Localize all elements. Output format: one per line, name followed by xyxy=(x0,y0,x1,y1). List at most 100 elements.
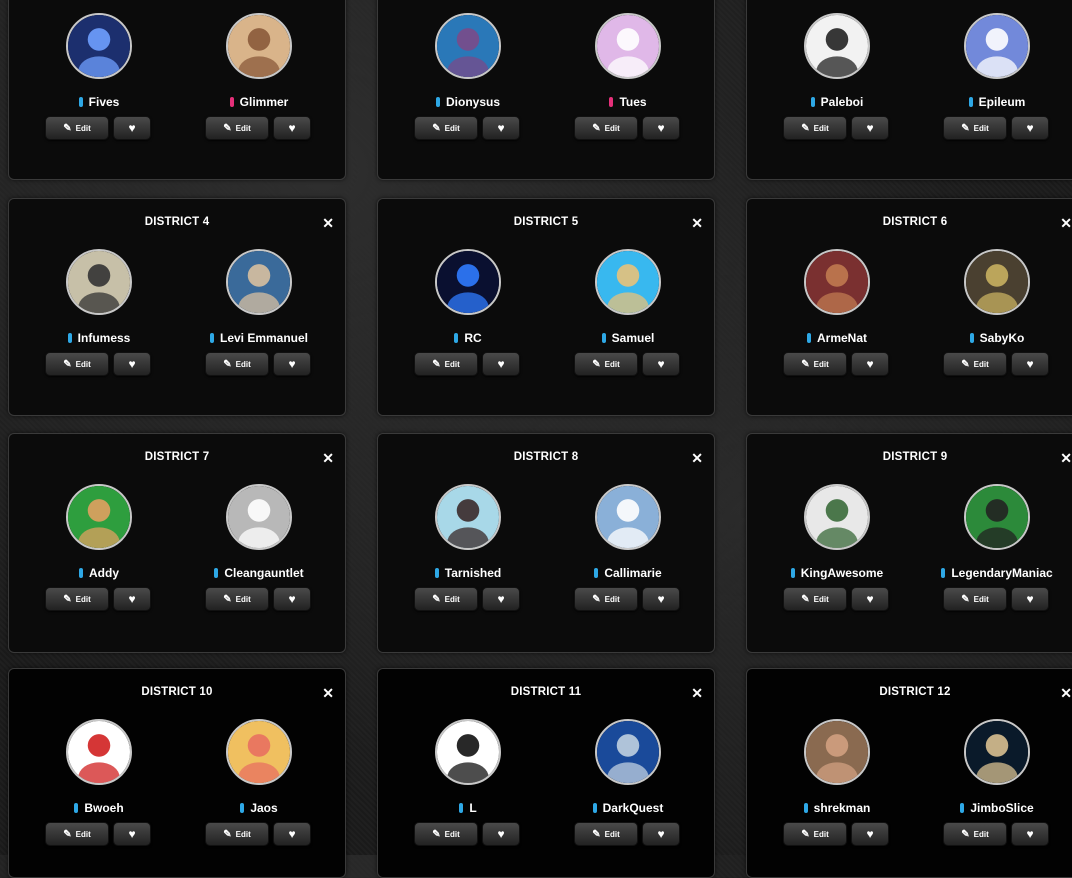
close-icon[interactable]: ✕ xyxy=(322,686,334,700)
heart-icon: ♥ xyxy=(288,121,296,135)
favorite-button[interactable]: ♥ xyxy=(1011,352,1049,376)
tribute-avatar[interactable] xyxy=(66,249,132,315)
tribute-avatar[interactable] xyxy=(595,249,661,315)
favorite-button[interactable]: ♥ xyxy=(851,587,889,611)
favorite-button[interactable]: ♥ xyxy=(482,822,520,846)
favorite-button[interactable]: ♥ xyxy=(851,352,889,376)
edit-button[interactable]: ✎ Edit xyxy=(45,352,109,376)
tribute-avatar[interactable] xyxy=(226,484,292,550)
tribute-avatar[interactable] xyxy=(435,719,501,785)
close-icon[interactable]: ✕ xyxy=(1060,686,1072,700)
edit-button[interactable]: ✎ Edit xyxy=(45,116,109,140)
edit-button[interactable]: ✎ Edit xyxy=(783,587,847,611)
favorite-button[interactable]: ♥ xyxy=(482,352,520,376)
edit-label: Edit xyxy=(813,359,829,369)
tribute-name-text: ArmeNat xyxy=(816,331,867,345)
male-icon xyxy=(209,333,214,343)
edit-button[interactable]: ✎ Edit xyxy=(574,352,638,376)
tribute-avatar[interactable] xyxy=(964,13,1030,79)
tribute-avatar[interactable] xyxy=(964,249,1030,315)
favorite-button[interactable]: ♥ xyxy=(851,116,889,140)
favorite-button[interactable]: ♥ xyxy=(642,822,680,846)
close-icon[interactable]: ✕ xyxy=(322,216,334,230)
edit-button[interactable]: ✎ Edit xyxy=(45,822,109,846)
edit-button[interactable]: ✎ Edit xyxy=(205,822,269,846)
favorite-button[interactable]: ♥ xyxy=(642,587,680,611)
tribute-avatar[interactable] xyxy=(66,719,132,785)
close-icon[interactable]: ✕ xyxy=(691,216,703,230)
edit-label: Edit xyxy=(75,594,91,604)
edit-button[interactable]: ✎ Edit xyxy=(414,352,478,376)
heart-icon: ♥ xyxy=(288,827,296,841)
tribute-name: Fives xyxy=(19,95,179,109)
edit-button[interactable]: ✎ Edit xyxy=(783,822,847,846)
edit-label: Edit xyxy=(604,829,620,839)
favorite-button[interactable]: ♥ xyxy=(113,822,151,846)
tribute-avatar[interactable] xyxy=(595,484,661,550)
favorite-button[interactable]: ♥ xyxy=(273,116,311,140)
favorite-button[interactable]: ♥ xyxy=(273,587,311,611)
edit-button[interactable]: ✎ Edit xyxy=(783,352,847,376)
tribute-avatar[interactable] xyxy=(226,719,292,785)
favorite-button[interactable]: ♥ xyxy=(273,822,311,846)
edit-button[interactable]: ✎ Edit xyxy=(943,587,1007,611)
pencil-square-icon: ✎ xyxy=(801,358,810,370)
tribute-avatar[interactable] xyxy=(804,719,870,785)
tribute-avatar[interactable] xyxy=(964,484,1030,550)
favorite-button[interactable]: ♥ xyxy=(1011,116,1049,140)
edit-button[interactable]: ✎ Edit xyxy=(783,116,847,140)
close-icon[interactable]: ✕ xyxy=(1060,451,1072,465)
tribute-avatar[interactable] xyxy=(226,13,292,79)
edit-label: Edit xyxy=(75,829,91,839)
tribute-avatar[interactable] xyxy=(435,13,501,79)
heart-icon: ♥ xyxy=(866,357,874,371)
favorite-button[interactable]: ♥ xyxy=(1011,822,1049,846)
tribute-avatar[interactable] xyxy=(435,249,501,315)
close-icon[interactable]: ✕ xyxy=(1060,216,1072,230)
favorite-button[interactable]: ♥ xyxy=(851,822,889,846)
favorite-button[interactable]: ♥ xyxy=(273,352,311,376)
tribute-avatar[interactable] xyxy=(595,719,661,785)
favorite-button[interactable]: ♥ xyxy=(642,352,680,376)
favorite-button[interactable]: ♥ xyxy=(642,116,680,140)
edit-button[interactable]: ✎ Edit xyxy=(574,822,638,846)
favorite-button[interactable]: ♥ xyxy=(113,352,151,376)
favorite-button[interactable]: ♥ xyxy=(113,116,151,140)
pencil-square-icon: ✎ xyxy=(801,122,810,134)
edit-button[interactable]: ✎ Edit xyxy=(414,822,478,846)
edit-button[interactable]: ✎ Edit xyxy=(205,116,269,140)
edit-button[interactable]: ✎ Edit xyxy=(414,587,478,611)
tribute-avatar[interactable] xyxy=(804,13,870,79)
favorite-button[interactable]: ♥ xyxy=(482,116,520,140)
tribute-name-text: shrekman xyxy=(813,801,871,815)
tribute-avatar[interactable] xyxy=(66,484,132,550)
tribute-avatar[interactable] xyxy=(964,719,1030,785)
edit-button[interactable]: ✎ Edit xyxy=(943,822,1007,846)
edit-button[interactable]: ✎ Edit xyxy=(574,116,638,140)
tribute-name-text: LegendaryManiac xyxy=(951,566,1053,580)
tribute-name-text: L xyxy=(469,801,477,815)
edit-button[interactable]: ✎ Edit xyxy=(414,116,478,140)
close-icon[interactable]: ✕ xyxy=(691,451,703,465)
close-icon[interactable]: ✕ xyxy=(691,686,703,700)
male-icon xyxy=(240,803,245,813)
favorite-button[interactable]: ♥ xyxy=(1011,587,1049,611)
tribute-avatar[interactable] xyxy=(226,249,292,315)
heart-icon: ♥ xyxy=(497,357,505,371)
edit-button[interactable]: ✎ Edit xyxy=(943,116,1007,140)
edit-button[interactable]: ✎ Edit xyxy=(943,352,1007,376)
tribute-name-text: Levi Emmanuel xyxy=(219,331,309,345)
edit-button[interactable]: ✎ Edit xyxy=(205,587,269,611)
tribute-avatar[interactable] xyxy=(804,484,870,550)
tribute-avatar[interactable] xyxy=(804,249,870,315)
close-icon[interactable]: ✕ xyxy=(322,451,334,465)
tribute-avatar[interactable] xyxy=(66,13,132,79)
tribute-avatar[interactable] xyxy=(595,13,661,79)
edit-button[interactable]: ✎ Edit xyxy=(45,587,109,611)
edit-button[interactable]: ✎ Edit xyxy=(574,587,638,611)
male-icon xyxy=(969,333,974,343)
tribute-avatar[interactable] xyxy=(435,484,501,550)
favorite-button[interactable]: ♥ xyxy=(482,587,520,611)
edit-button[interactable]: ✎ Edit xyxy=(205,352,269,376)
favorite-button[interactable]: ♥ xyxy=(113,587,151,611)
